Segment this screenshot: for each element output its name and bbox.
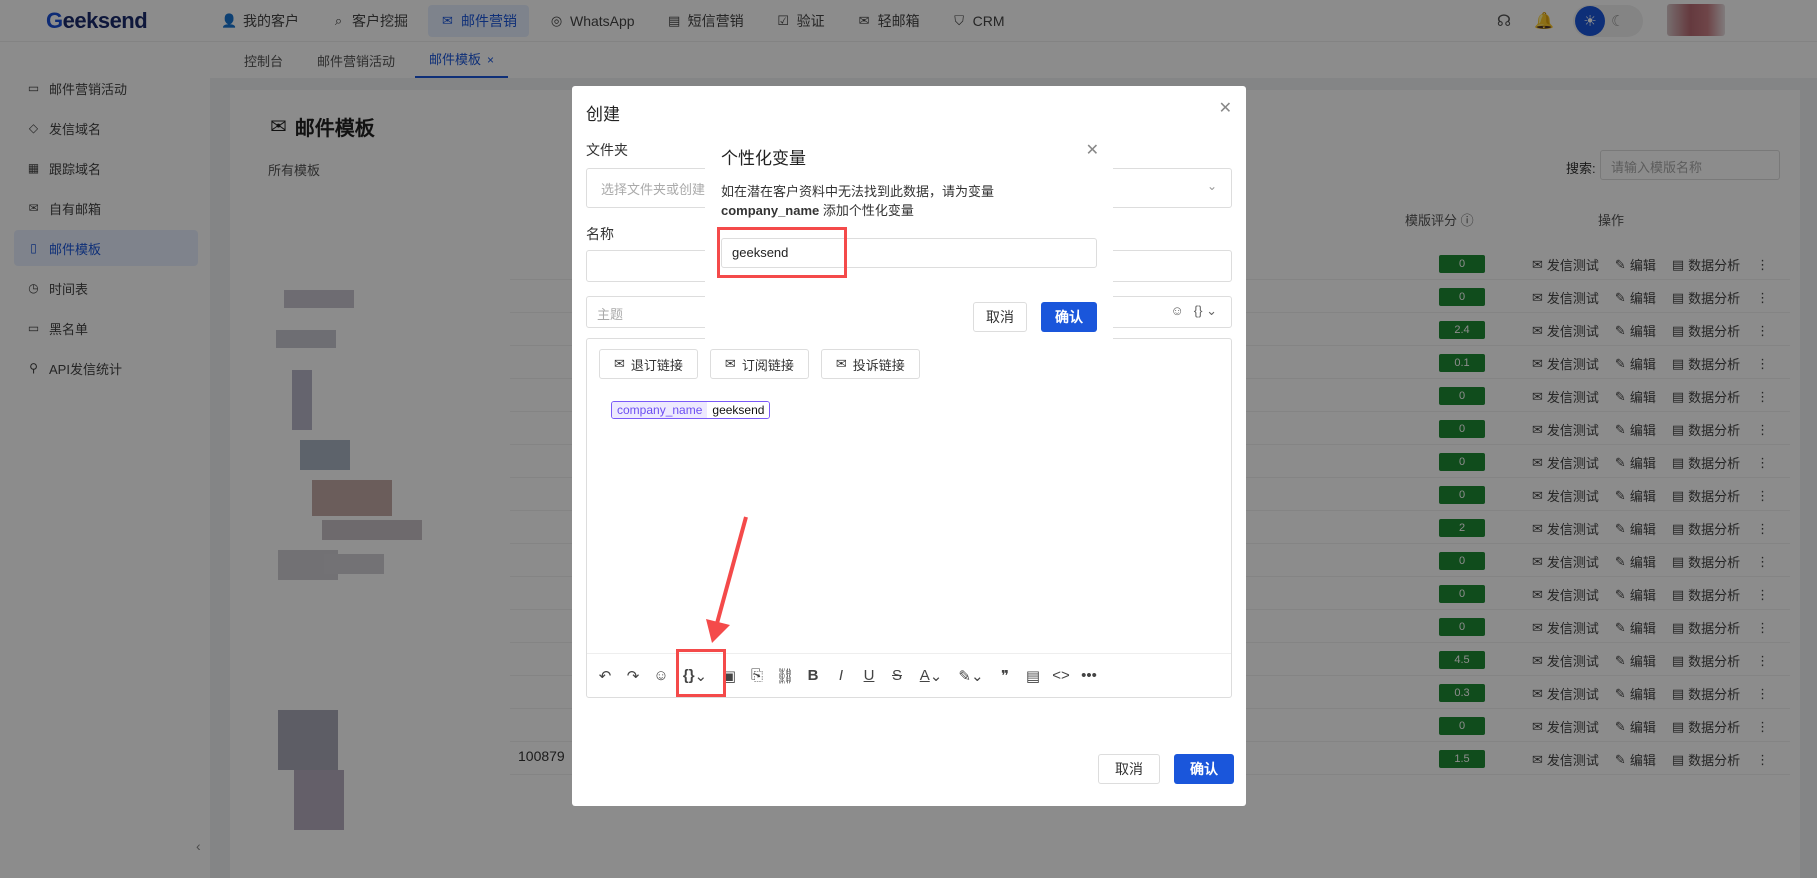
close-icon[interactable]: ✕ — [1086, 140, 1099, 160]
code-icon[interactable]: <> — [1051, 666, 1071, 686]
annotation-arrow — [706, 516, 748, 643]
bold-icon[interactable]: B — [803, 666, 823, 686]
attachment-icon[interactable]: ⎘ — [747, 666, 767, 686]
variable-icon[interactable]: {} ⌄ — [1194, 303, 1217, 319]
mail-icon: ✉ — [835, 356, 847, 371]
modal-title: 创建 — [586, 105, 620, 124]
quote-icon[interactable]: ❞ — [995, 666, 1015, 686]
personalize-variable-modal: 个性化变量 ✕ 如在潜在客户资料中无法找到此数据，请为变量 company_na… — [705, 128, 1113, 348]
link-icon[interactable]: ⛓ — [775, 666, 795, 686]
emoji-icon[interactable]: ☺ — [651, 666, 671, 686]
template-insert-icon[interactable]: ▤ — [1023, 666, 1043, 686]
variable-default-input[interactable]: geeksend — [721, 238, 1097, 268]
unsubscribe-link-button[interactable]: ✉ 退订链接 — [599, 349, 698, 379]
editor-toolbar: ↶ ↷ ☺ {} ⌄ ▣ ⎘ ⛓ B I U S A ⌄ ✎⌄ ❞ ▤ <> ••• — [587, 653, 1231, 697]
modal-title: 个性化变量 — [721, 149, 806, 168]
name-label: 名称 — [586, 226, 614, 242]
image-icon[interactable]: ▣ — [719, 666, 739, 686]
strikethrough-icon[interactable]: S — [887, 666, 907, 686]
variable-cancel-button[interactable]: 取消 — [973, 302, 1027, 332]
underline-icon[interactable]: U — [859, 666, 879, 686]
close-icon[interactable]: ✕ — [1219, 98, 1232, 118]
variable-confirm-button[interactable]: 确认 — [1041, 302, 1097, 332]
font-color-icon[interactable]: A ⌄ — [915, 666, 947, 686]
chevron-down-icon: ⌄ — [1206, 179, 1217, 193]
variable-chip[interactable]: company_name geeksend — [611, 401, 771, 419]
insert-variable-icon[interactable]: {} ⌄ — [679, 666, 711, 686]
create-confirm-button[interactable]: 确认 — [1174, 754, 1234, 784]
complaint-link-button[interactable]: ✉ 投诉链接 — [820, 349, 920, 379]
email-editor[interactable]: ✉ 退订链接 ✉ 订阅链接 ✉ 投诉链接 company_name geeksend ↶ … — [586, 338, 1232, 698]
highlight-icon[interactable]: ✎⌄ — [955, 666, 987, 686]
more-icon[interactable]: ••• — [1079, 666, 1099, 686]
mail-icon: ✉ — [614, 356, 625, 371]
link-button-label: 订阅链接 — [741, 357, 794, 373]
emoji-icon[interactable]: ☺ — [1171, 303, 1184, 319]
variable-description: 如在潜在客户资料中无法找到此数据，请为变量 company_name 添加个性化… — [721, 184, 995, 218]
create-cancel-button[interactable]: 取消 — [1098, 754, 1160, 784]
subscribe-link-button[interactable]: ✉ 订阅链接 — [709, 349, 809, 379]
undo-icon[interactable]: ↶ — [595, 666, 615, 686]
folder-label: 文件夹 — [586, 142, 628, 158]
mail-icon: ✉ — [724, 356, 736, 371]
italic-icon[interactable]: I — [831, 666, 851, 686]
redo-icon[interactable]: ↷ — [623, 666, 643, 686]
link-button-label: 投诉链接 — [852, 357, 905, 373]
link-button-label: 退订链接 — [630, 357, 683, 373]
